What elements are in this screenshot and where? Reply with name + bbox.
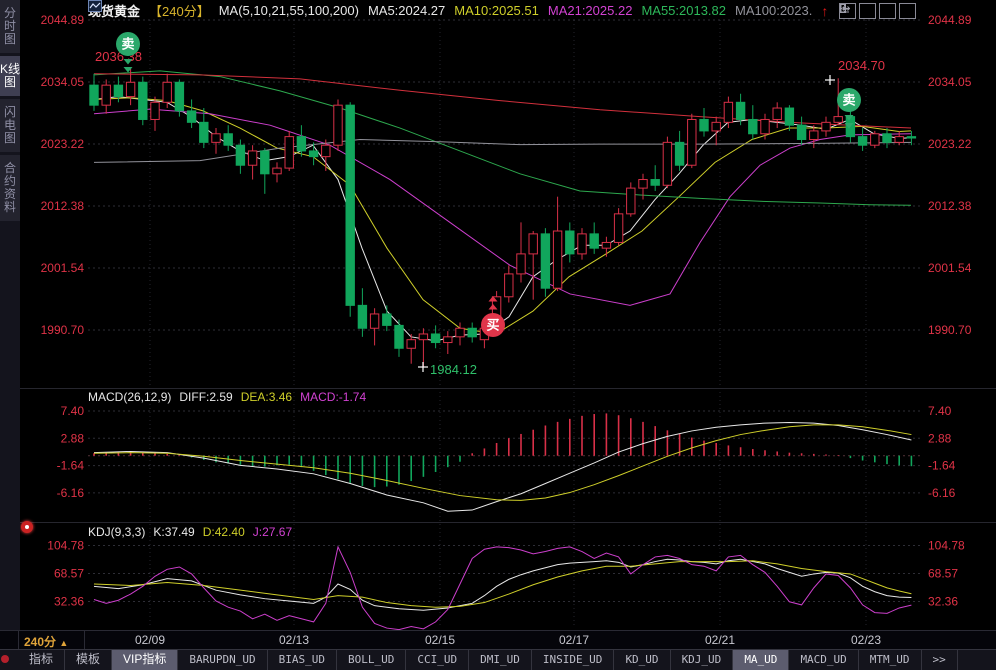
date-label: 02/13 — [279, 633, 309, 647]
kdj-title: KDJ(9,3,3) — [88, 525, 145, 539]
svg-text:104.78: 104.78 — [928, 539, 965, 553]
period-selector[interactable]: 240分 ▲ — [24, 633, 68, 650]
ma-line-ma5 — [94, 97, 911, 341]
svg-text:卖: 卖 — [121, 37, 134, 52]
mini-chart-icon — [88, 0, 102, 12]
ma100-value: MA100:2023. — [735, 3, 812, 18]
sidebar-tab-item[interactable]: 合约资料 — [0, 155, 20, 221]
kdj-panel-header: KDJ(9,3,3) K:37.49 D:42.40 J:27.67 — [88, 525, 292, 539]
divider — [18, 631, 19, 649]
svg-text:2023.22: 2023.22 — [928, 137, 972, 151]
svg-text:买: 买 — [486, 318, 499, 333]
divider — [84, 631, 85, 649]
indicator-toolbar: 指标模板VIP指标BARUPDN_UDBIAS_UDBOLL_UDCCI_UDD… — [0, 649, 996, 670]
price-up-arrow-icon: ↑ — [821, 3, 828, 19]
indicator-tab[interactable]: INSIDE_UD — [532, 650, 615, 670]
macd-panel-header: MACD(26,12,9) DIFF:2.59 DEA:3.46 MACD:-1… — [88, 390, 366, 404]
indicator-tab[interactable]: CCI_UD — [406, 650, 469, 670]
svg-text:68.57: 68.57 — [928, 567, 958, 581]
svg-text:2044.89: 2044.89 — [41, 13, 85, 27]
date-label: 02/17 — [559, 633, 589, 647]
svg-text:104.78: 104.78 — [47, 539, 84, 553]
svg-text:-6.16: -6.16 — [57, 486, 85, 500]
date-label: 02/09 — [135, 633, 165, 647]
indicator-tab[interactable]: MACD_UD — [789, 650, 858, 670]
indicator-tab[interactable]: MA_UD — [733, 650, 789, 670]
svg-text:卖: 卖 — [842, 93, 855, 108]
axis-chart-icon[interactable] — [859, 3, 876, 19]
indicator-tab[interactable]: KDJ_UD — [671, 650, 734, 670]
alert-dot-icon — [1, 655, 9, 663]
date-label: 02/15 — [425, 633, 455, 647]
ma-summary: MA(5,10,21,55,100,200) — [219, 3, 359, 18]
ma-line-ma100 — [94, 139, 911, 162]
svg-text:2034.05: 2034.05 — [41, 75, 85, 89]
indicator-tab[interactable]: 模板 — [65, 650, 112, 670]
ma55-value: MA55:2013.82 — [641, 3, 726, 18]
trading-app-window: { "header": { "title": "现货黄金", "period":… — [0, 0, 996, 669]
export-icon[interactable] — [899, 3, 916, 19]
kdj-j-value: J:27.67 — [253, 525, 292, 539]
kdj-d-value: D:42.40 — [203, 525, 245, 539]
svg-text:1990.70: 1990.70 — [928, 323, 972, 337]
svg-text:68.57: 68.57 — [54, 567, 84, 581]
price-annotation: 2034.70 — [838, 58, 885, 73]
sidebar-tab-selected[interactable]: K线图 — [0, 56, 20, 96]
ma10-value: MA10:2025.51 — [454, 3, 539, 18]
indicator-tab[interactable]: KD_UD — [614, 650, 670, 670]
macd-macd-value: MACD:-1.74 — [300, 390, 366, 404]
indicator-tab[interactable]: 指标 — [18, 650, 65, 670]
axis-play-icon[interactable] — [879, 3, 896, 19]
macd-diff-value: DIFF:2.59 — [179, 390, 232, 404]
svg-text:2001.54: 2001.54 — [928, 261, 972, 275]
date-label: 02/21 — [705, 633, 735, 647]
svg-text:2.88: 2.88 — [928, 431, 952, 445]
svg-text:7.40: 7.40 — [61, 404, 85, 418]
svg-text:-1.64: -1.64 — [928, 459, 956, 473]
ma5-value: MA5:2024.27 — [368, 3, 445, 18]
ma-line-ma10 — [94, 98, 911, 334]
svg-text:2034.05: 2034.05 — [928, 75, 972, 89]
svg-text:2.88: 2.88 — [61, 431, 85, 445]
chevron-up-icon: ▲ — [59, 638, 68, 648]
indicator-tab[interactable]: BARUPDN_UD — [178, 650, 267, 670]
svg-text:7.40: 7.40 — [928, 404, 952, 418]
macd-dea-value: DEA:3.46 — [241, 390, 292, 404]
time-axis-row: 240分 ▲ 02/09 02/13 02/15 02/17 02/21 02/23 — [0, 630, 996, 649]
indicator-tab[interactable]: MTM_UD — [859, 650, 922, 670]
svg-text:2001.54: 2001.54 — [41, 261, 85, 275]
svg-text:-6.16: -6.16 — [928, 486, 956, 500]
svg-text:32.36: 32.36 — [54, 595, 84, 609]
indicator-tab[interactable]: VIP指标 — [112, 650, 178, 670]
svg-text:2012.38: 2012.38 — [928, 199, 972, 213]
svg-text:1990.70: 1990.70 — [41, 323, 85, 337]
header-toolbar — [839, 3, 916, 19]
kdj-k-value: K:37.49 — [153, 525, 194, 539]
price-annotation: 1984.12 — [430, 362, 477, 377]
sidebar-tab-item[interactable]: 闪电图 — [0, 99, 20, 152]
indicator-tab[interactable]: BOLL_UD — [337, 650, 406, 670]
svg-text:2044.89: 2044.89 — [928, 13, 972, 27]
date-label: 02/23 — [851, 633, 881, 647]
ma21-value: MA21:2025.22 — [548, 3, 633, 18]
indicator-tab[interactable]: >> — [922, 650, 958, 670]
svg-text:2023.22: 2023.22 — [41, 137, 85, 151]
period-label: 【240分】 — [149, 1, 210, 20]
indicator-tab[interactable]: BIAS_UD — [268, 650, 337, 670]
indicator-tab[interactable]: DMI_UD — [469, 650, 532, 670]
indicator-settings-icon[interactable] — [21, 521, 33, 533]
macd-title: MACD(26,12,9) — [88, 390, 171, 404]
svg-text:32.36: 32.36 — [928, 595, 958, 609]
chart-header: 现货黄金 【240分】 MA(5,10,21,55,100,200) MA5:2… — [88, 0, 828, 21]
svg-text:-1.64: -1.64 — [57, 459, 85, 473]
left-sidebar: 分时图 K线图闪电图合约资料 — [0, 0, 20, 630]
sidebar-tab-item[interactable]: 分时图 — [0, 0, 20, 53]
svg-text:2012.38: 2012.38 — [41, 199, 85, 213]
